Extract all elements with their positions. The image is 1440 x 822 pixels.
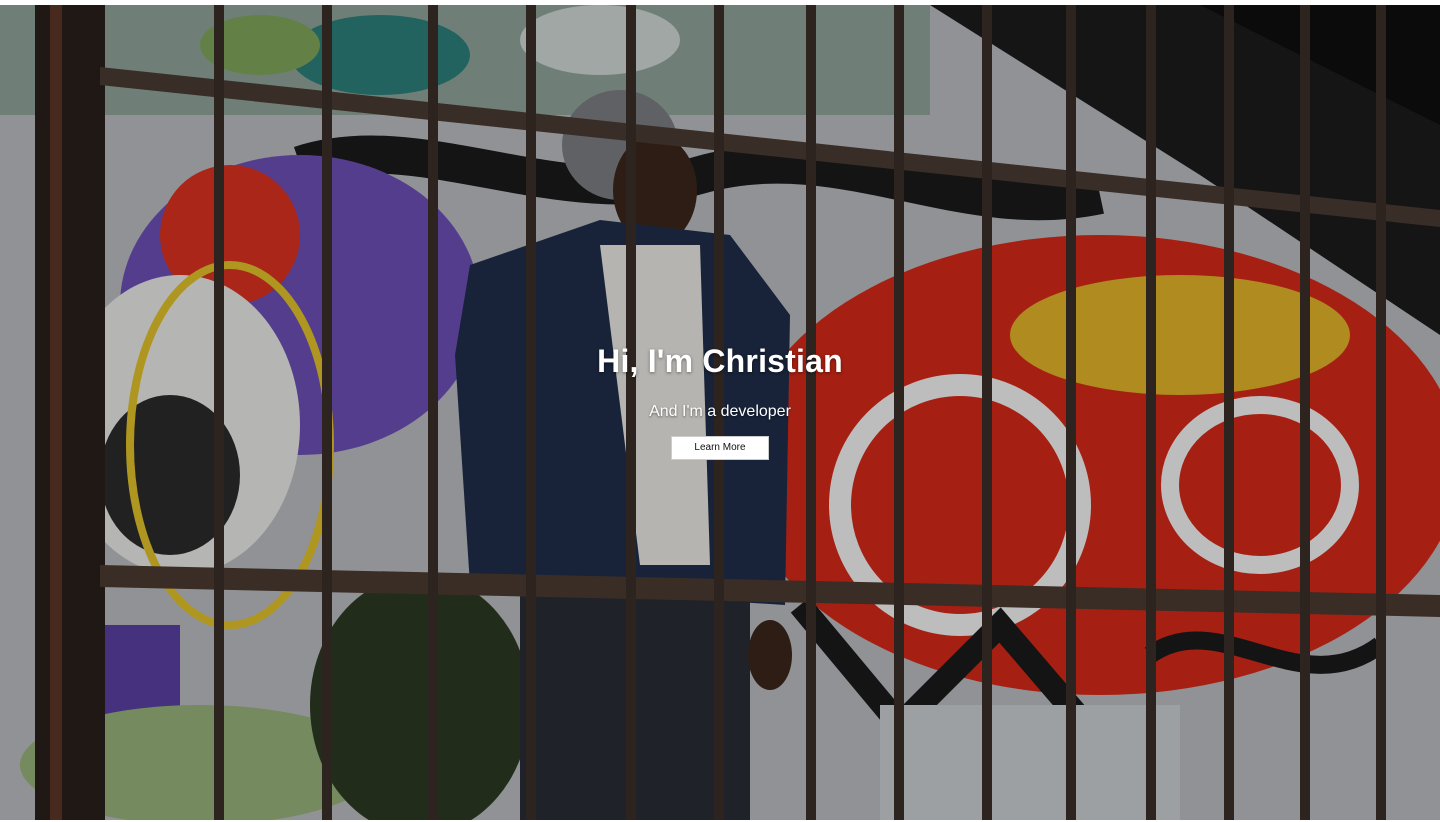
hero-content: Hi, I'm Christian And I'm a developer Le… bbox=[0, 341, 1440, 460]
hero-subtitle: And I'm a developer bbox=[649, 403, 791, 420]
hero-title: Hi, I'm Christian bbox=[597, 343, 843, 379]
learn-more-button[interactable]: Learn More bbox=[671, 436, 769, 460]
hero-section: Hi, I'm Christian And I'm a developer Le… bbox=[0, 5, 1440, 820]
